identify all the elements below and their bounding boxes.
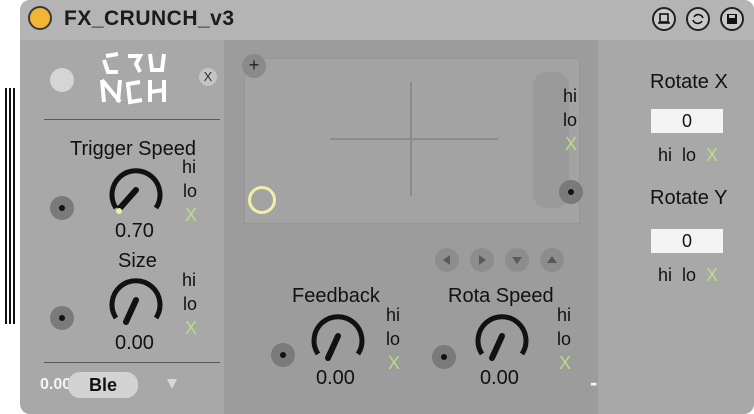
rotate-x-x[interactable]: X (706, 145, 718, 166)
feedback-label: Feedback (292, 285, 380, 307)
feedback-x[interactable]: X (388, 353, 400, 374)
refresh-button[interactable] (686, 7, 710, 31)
enable-toggle[interactable] (50, 68, 74, 92)
pin-button[interactable] (652, 7, 676, 31)
arrow-right-icon (479, 255, 486, 265)
size-value: 0.00 (115, 332, 154, 354)
trigger-speed-knob[interactable] (106, 162, 166, 218)
arrow-left-button[interactable] (435, 248, 459, 272)
save-icon (727, 14, 737, 24)
chevron-down-icon[interactable] (166, 378, 178, 390)
rota-speed-lo[interactable]: lo (557, 329, 571, 350)
xy-position-marker[interactable] (248, 186, 276, 214)
rota-speed-hi[interactable]: hi (557, 305, 571, 326)
rotate-y-hi[interactable]: hi (658, 265, 672, 286)
rota-speed-value: 0.00 (480, 367, 519, 389)
rota-speed-knob[interactable] (472, 308, 532, 366)
size-x[interactable]: X (185, 318, 197, 339)
dash-indicator: - (590, 370, 598, 395)
size-hi[interactable]: hi (182, 270, 196, 291)
device-toggle-button[interactable] (28, 6, 52, 30)
rotate-x-hi[interactable]: hi (658, 145, 672, 166)
rotate-y-x[interactable]: X (706, 265, 718, 286)
device-title: FX_CRUNCH_v3 (64, 7, 235, 30)
save-button[interactable] (720, 7, 744, 31)
xy-hi[interactable]: hi (563, 86, 577, 107)
rotate-x-label: Rotate X (650, 71, 728, 93)
arrow-up-icon (547, 256, 557, 263)
divider (44, 362, 220, 363)
rotate-x-lo[interactable]: lo (682, 145, 696, 166)
xy-crosshair-horizontal (330, 138, 498, 140)
feedback-hi[interactable]: hi (386, 305, 400, 326)
arrow-left-icon (443, 255, 450, 265)
size-label: Size (118, 250, 157, 272)
trigger-speed-label: Trigger Speed (70, 138, 196, 160)
arrow-up-button[interactable] (540, 248, 564, 272)
rotate-y-label: Rotate Y (650, 187, 728, 209)
xy-x[interactable]: X (565, 134, 577, 155)
trigger-hi[interactable]: hi (182, 157, 196, 178)
rota-speed-x[interactable]: X (559, 353, 571, 374)
size-knob[interactable] (106, 272, 166, 328)
rota-speed-label: Rota Speed (448, 285, 554, 307)
mode-dropdown[interactable]: Ble (68, 372, 138, 398)
trigger-speed-map-button[interactable] (50, 196, 74, 220)
bottom-value: 0.00 (40, 376, 72, 393)
xy-map-button[interactable] (559, 180, 583, 204)
crunch-logo (100, 52, 166, 105)
rotate-y-lo[interactable]: lo (682, 265, 696, 286)
size-map-button[interactable] (50, 306, 74, 330)
arrow-down-icon (512, 257, 522, 264)
feedback-map-button[interactable] (271, 343, 295, 367)
xy-lo[interactable]: lo (563, 110, 577, 131)
rotate-x-input[interactable]: 0 (651, 109, 723, 133)
title-bar: FX_CRUNCH_v3 (20, 0, 754, 40)
trigger-lo[interactable]: lo (183, 181, 197, 202)
xy-pad[interactable] (244, 58, 580, 224)
left-edge-bars (5, 88, 15, 324)
feedback-lo[interactable]: lo (386, 329, 400, 350)
rota-speed-map-button[interactable] (432, 345, 456, 369)
divider (44, 119, 220, 120)
trigger-speed-value: 0.70 (115, 220, 154, 242)
rotate-y-input[interactable]: 0 (651, 229, 723, 253)
arrow-down-button[interactable] (505, 248, 529, 272)
close-button[interactable]: X (199, 68, 217, 86)
trigger-x[interactable]: X (185, 205, 197, 226)
feedback-value: 0.00 (316, 367, 355, 389)
pin-icon (658, 13, 670, 24)
size-lo[interactable]: lo (183, 294, 197, 315)
add-button[interactable]: + (242, 54, 266, 78)
feedback-knob[interactable] (308, 308, 368, 366)
refresh-icon (692, 13, 704, 25)
arrow-right-button[interactable] (470, 248, 494, 272)
